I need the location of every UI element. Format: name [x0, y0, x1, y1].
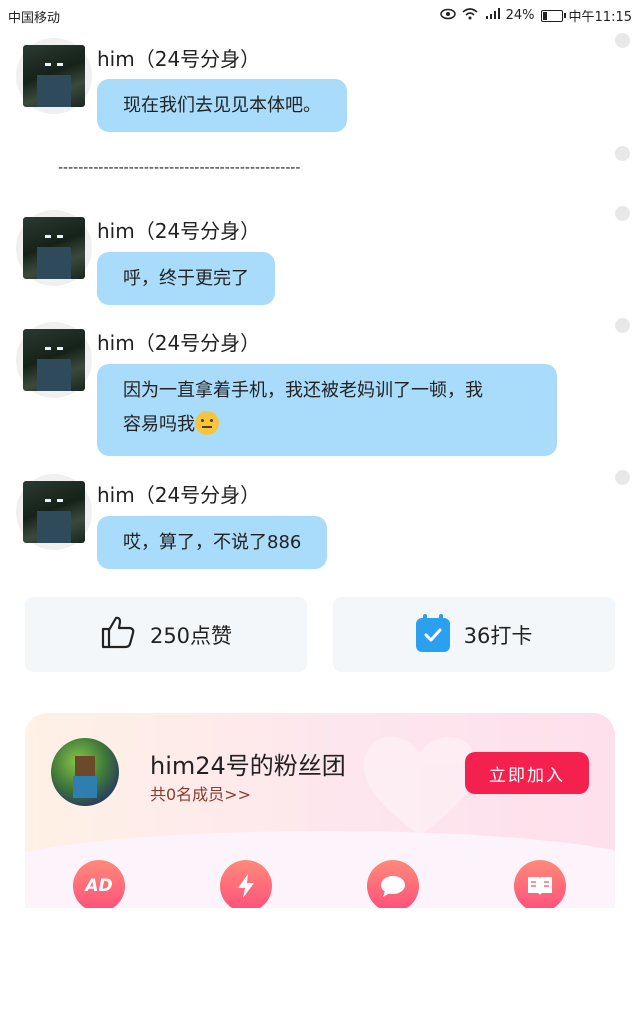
timeline-dot [615, 33, 630, 48]
message-bubble: 因为一直拿着手机，我还被老妈训了一顿，我 容易吗我 [97, 364, 557, 456]
ad-label: AD [85, 876, 113, 896]
author-name: him（24号分身） [97, 219, 261, 243]
thumbs-up-icon [100, 614, 136, 655]
timeline-dot [615, 470, 630, 485]
timeline-dot [615, 318, 630, 333]
status-bar: 中国移动 24% 中午11:15 [0, 0, 640, 30]
avatar[interactable] [16, 322, 92, 398]
author-name: him（24号分身） [97, 331, 261, 355]
neutral-face-emoji-icon [195, 411, 219, 435]
message-text: 容易吗我 [123, 414, 195, 435]
eye-icon [439, 8, 456, 24]
wifi-icon [462, 7, 478, 24]
fan-group-avatar[interactable] [51, 738, 119, 806]
author-name: him（24号分身） [97, 47, 261, 71]
message-line: 容易吗我 [123, 408, 531, 442]
like-count: 250点赞 [149, 623, 233, 648]
clock: 中午11:15 [568, 10, 632, 25]
author-name: him（24号分身） [97, 483, 261, 507]
avatar[interactable] [16, 210, 92, 286]
member-count-link[interactable]: 共0名成员>> [150, 781, 251, 805]
message-bubble: 哎，算了，不说了886 [97, 516, 328, 569]
timeline-dot [615, 206, 630, 221]
avatar[interactable] [16, 38, 92, 114]
fan-group-title: him24号的粉丝团 [150, 752, 346, 780]
avatar[interactable] [16, 474, 92, 550]
status-icons: 24% 中午11:15 [439, 6, 632, 25]
signal-icon [484, 7, 500, 24]
divider-line: ----------------------------------------… [58, 160, 301, 176]
like-button[interactable]: 250点赞 [25, 597, 307, 672]
flash-icon[interactable] [220, 860, 272, 908]
message-bubble: 现在我们去见见本体吧。 [97, 79, 347, 132]
timeline-dot [615, 146, 630, 161]
book-icon[interactable] [514, 860, 566, 908]
carrier-label: 中国移动 [8, 11, 61, 26]
message-line: 因为一直拿着手机，我还被老妈训了一顿，我 [123, 380, 483, 401]
fan-group-card: him24号的粉丝团 共0名成员>> 立即加入 AD [25, 713, 615, 908]
battery-icon [540, 9, 566, 22]
calendar-check-icon [415, 613, 450, 652]
battery-percent: 24% [505, 8, 535, 23]
message-bubble: 呼，终于更完了 [97, 252, 275, 305]
join-button[interactable]: 立即加入 [465, 752, 589, 794]
checkin-count: 36打卡 [463, 623, 533, 648]
chat-icon[interactable] [367, 860, 419, 908]
checkin-button[interactable]: 36打卡 [333, 597, 615, 672]
ad-icon[interactable]: AD [73, 860, 125, 908]
